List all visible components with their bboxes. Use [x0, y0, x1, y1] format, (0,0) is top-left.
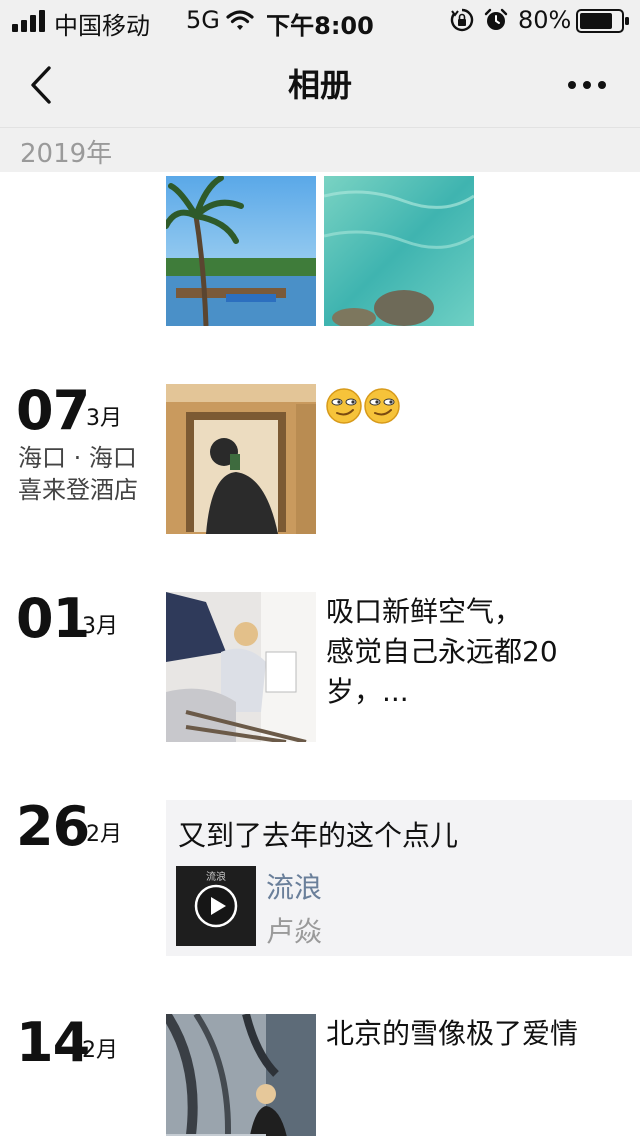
music-cover-text: 流浪 [206, 872, 226, 883]
music-cover: 流浪 [176, 866, 256, 946]
share-title: 又到了去年的这个点儿 [178, 819, 459, 852]
album-feed[interactable]: 07 3月 海口 · 海口 喜来登酒店 01 3月 吸口新鲜空气， 感觉自己永远… [0, 172, 640, 1136]
post-location: 海口 · 海口 喜来登酒店 [18, 442, 158, 506]
post-day: 01 [16, 587, 90, 650]
post-text-line: 岁，... [326, 675, 409, 708]
location-line: 海口 · 海口 [18, 444, 137, 472]
location-line: 喜来登酒店 [18, 476, 138, 504]
post-month: 3月 [86, 406, 122, 431]
smirk-emoji-icon [364, 388, 400, 424]
battery-percent: 80% [518, 6, 572, 34]
year-label: 2019年 [20, 139, 113, 169]
post-text-line: 感觉自己永远都20 [326, 635, 558, 668]
alarm-icon [484, 8, 508, 30]
nav-bar: 相册 [0, 42, 640, 128]
post-day: 07 [16, 379, 90, 442]
back-button[interactable] [16, 60, 66, 110]
orientation-lock-icon [450, 8, 474, 32]
chevron-left-icon [31, 66, 51, 104]
post-day: 14 [16, 1011, 90, 1074]
post-month: 3月 [82, 614, 118, 639]
palm-beach-photo[interactable] [166, 176, 316, 326]
post-month: 2月 [82, 1038, 118, 1063]
city-snow-photo[interactable] [166, 1014, 316, 1136]
more-dots-icon [568, 81, 606, 89]
post-text: 吸口新鲜空气， 感觉自己永远都20 岁，... [326, 592, 626, 712]
post-text-line: 吸口新鲜空气， [326, 595, 523, 628]
more-button[interactable] [552, 60, 622, 110]
smirk-emoji-icon [326, 388, 362, 424]
balcony-photo[interactable] [166, 592, 316, 742]
header: 中国移动 5G 下午8:00 80% 相册 [0, 0, 640, 128]
battery-icon [576, 9, 629, 33]
post-text: 北京的雪像极了爱情 [326, 1017, 579, 1050]
year-header: 2019年 [0, 128, 640, 172]
play-icon[interactable] [194, 884, 238, 928]
mirror-selfie-photo[interactable] [166, 384, 316, 534]
page-title: 相册 [287, 66, 352, 104]
sea-water-photo[interactable] [324, 176, 474, 326]
song-artist: 卢焱 [266, 915, 323, 948]
music-share-card[interactable]: 又到了去年的这个点儿 流浪 流浪 卢焱 [166, 800, 632, 956]
song-title: 流浪 [266, 871, 323, 904]
status-bar: 中国移动 5G 下午8:00 80% [0, 0, 640, 42]
post-month: 2月 [86, 822, 122, 847]
post-day: 26 [16, 795, 90, 858]
